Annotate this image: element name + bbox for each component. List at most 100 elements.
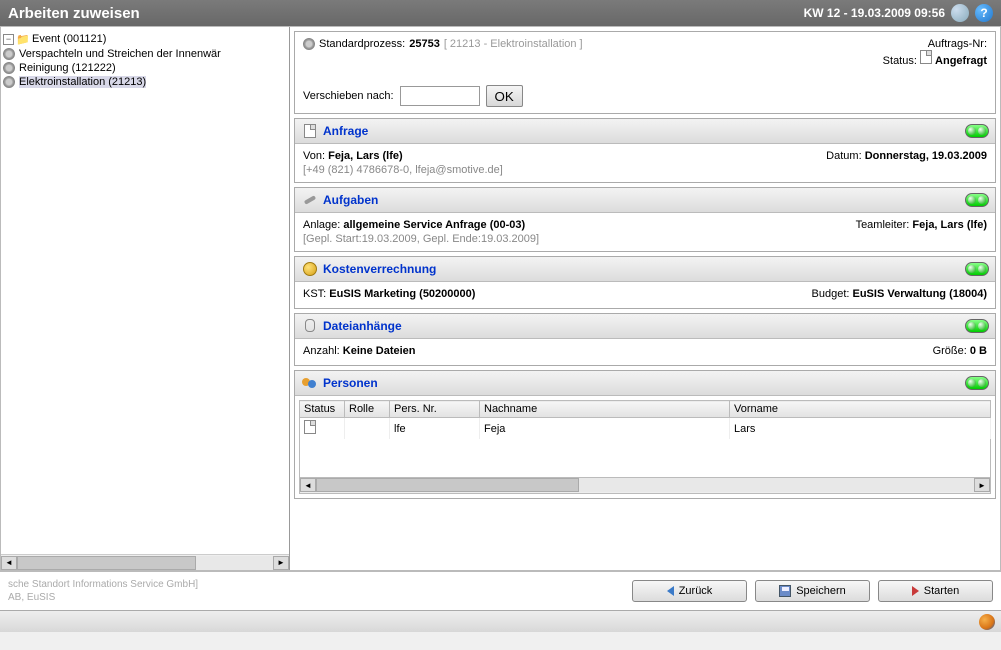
gear-icon (3, 62, 15, 74)
tree-item-1[interactable]: Reinigung (121222) (3, 61, 287, 75)
process-label: Standardprozess: (319, 38, 405, 50)
scroll-thumb[interactable] (316, 478, 579, 492)
tree-root-label: Event (001121) (32, 33, 106, 45)
tree-item-2[interactable]: Elektroinstallation (21213) (3, 75, 287, 89)
status-value: Angefragt (935, 55, 987, 67)
budget-label: Budget: (812, 288, 850, 300)
size-value: 0 B (970, 345, 987, 357)
section-head-personen[interactable]: Personen (295, 371, 995, 396)
status-pill-icon (965, 319, 989, 333)
document-icon (304, 420, 316, 434)
scroll-left-icon[interactable]: ◄ (300, 478, 316, 492)
budget-value: EuSIS Verwaltung (18004) (853, 288, 988, 300)
section-head-anfrage[interactable]: Anfrage (295, 119, 995, 144)
wrench-icon (301, 192, 319, 208)
anlage-value: allgemeine Service Anfrage (00-03) (343, 219, 525, 231)
section-head-dateien[interactable]: Dateianhänge (295, 314, 995, 339)
col-rolle[interactable]: Rolle (345, 401, 390, 418)
tree-item-label: Verspachteln und Streichen der Innenwär (19, 48, 221, 60)
kst-value: EuSIS Marketing (50200000) (329, 288, 475, 300)
section-head-aufgaben[interactable]: Aufgaben (295, 188, 995, 213)
attachment-icon (301, 318, 319, 334)
person-table: Status Rolle Pers. Nr. Nachname Vorname (299, 400, 991, 478)
from-value: Feja, Lars (lfe) (328, 150, 403, 162)
footer: sche Standort Informations Service GmbH]… (0, 571, 1001, 610)
process-header: Standardprozess: 25753 [ 21213 - Elektro… (294, 31, 996, 114)
shift-input[interactable] (400, 86, 480, 106)
scroll-track[interactable] (17, 556, 273, 570)
col-nachname[interactable]: Nachname (480, 401, 730, 418)
section-title: Kostenverrechnung (323, 262, 965, 276)
scroll-track[interactable] (316, 478, 974, 492)
status-label: Status: (883, 55, 917, 67)
collapse-icon[interactable]: − (3, 34, 14, 45)
back-button[interactable]: Zurück (632, 580, 747, 602)
coin-icon (301, 261, 319, 277)
gear-icon (3, 48, 15, 60)
scroll-right-icon[interactable]: ► (273, 556, 289, 570)
anlage-label: Anlage: (303, 219, 340, 231)
scroll-thumb[interactable] (17, 556, 196, 570)
tree-item-label: Reinigung (121222) (19, 62, 116, 74)
plan-line: [Gepl. Start:19.03.2009, Gepl. Ende:19.0… (303, 233, 987, 245)
save-icon (779, 585, 791, 597)
browser-statusbar (0, 610, 1001, 632)
footer-copyright: sche Standort Informations Service GmbH]… (8, 578, 632, 604)
col-status[interactable]: Status (300, 401, 345, 418)
section-kosten: Kostenverrechnung KST: EuSIS Marketing (… (294, 256, 996, 309)
start-button[interactable]: Starten (878, 580, 993, 602)
tree-body: − 📁 Event (001121) Verspachteln und Stre… (1, 27, 289, 554)
section-title: Personen (323, 376, 965, 390)
cell-rolle (345, 418, 390, 440)
current-datetime: KW 12 - 19.03.2009 09:56 (804, 6, 945, 20)
section-aufgaben: Aufgaben Anlage: allgemeine Service Anfr… (294, 187, 996, 252)
tree-root[interactable]: − 📁 Event (001121) (3, 31, 287, 47)
help-icon[interactable]: ? (975, 4, 993, 22)
process-breadcrumb: [ 21213 - Elektroinstallation ] (444, 38, 583, 50)
col-persnr[interactable]: Pers. Nr. (390, 401, 480, 418)
people-icon (301, 375, 319, 391)
col-vorname[interactable]: Vorname (730, 401, 991, 418)
tree-item-0[interactable]: Verspachteln und Streichen der Innenwär (3, 47, 287, 61)
table-header-row: Status Rolle Pers. Nr. Nachname Vorname (300, 401, 991, 418)
scroll-right-icon[interactable]: ► (974, 478, 990, 492)
table-hscroll[interactable]: ◄ ► (299, 478, 991, 494)
gear-icon (303, 38, 315, 50)
count-value: Keine Dateien (343, 345, 416, 357)
table-row[interactable]: lfe Feja Lars (300, 418, 991, 440)
folder-icon: 📁 (16, 32, 30, 46)
size-label: Größe: (933, 345, 967, 357)
save-button[interactable]: Speichern (755, 580, 870, 602)
gear-icon (3, 76, 15, 88)
tree-hscroll[interactable]: ◄ ► (1, 554, 289, 570)
tree-pane: − 📁 Event (001121) Verspachteln und Stre… (1, 27, 290, 570)
date-label: Datum: (826, 150, 861, 162)
date-value: Donnerstag, 19.03.2009 (865, 150, 987, 162)
firefox-icon[interactable] (979, 614, 995, 630)
document-icon (301, 123, 319, 139)
from-label: Von: (303, 150, 325, 162)
section-title: Aufgaben (323, 193, 965, 207)
scroll-left-icon[interactable]: ◄ (1, 556, 17, 570)
document-icon (920, 50, 932, 64)
status-pill-icon (965, 262, 989, 276)
kst-label: KST: (303, 288, 326, 300)
back-arrow-icon (667, 586, 674, 596)
titlebar: Arbeiten zuweisen KW 12 - 19.03.2009 09:… (0, 0, 1001, 26)
status-pill-icon (965, 124, 989, 138)
main-split: − 📁 Event (001121) Verspachteln und Stre… (0, 26, 1001, 571)
process-id: 25753 (409, 38, 440, 50)
teamleiter-label: Teamleiter: (856, 219, 910, 231)
contact-line: [+49 (821) 4786678-0, lfeja@smotive.de] (303, 164, 987, 176)
order-number-label: Auftrags-Nr: (883, 38, 987, 50)
section-anfrage: Anfrage Von: Feja, Lars (lfe) Datum: Don… (294, 118, 996, 183)
titlebar-right: KW 12 - 19.03.2009 09:56 ? (804, 4, 993, 22)
cell-vorname: Lars (730, 418, 991, 440)
section-head-kosten[interactable]: Kostenverrechnung (295, 257, 995, 282)
tree-item-label: Elektroinstallation (21213) (19, 76, 146, 88)
page-title: Arbeiten zuweisen (8, 5, 804, 22)
section-dateien: Dateianhänge Anzahl: Keine Dateien Größe… (294, 313, 996, 366)
ok-button[interactable]: OK (486, 85, 523, 107)
detail-pane: Standardprozess: 25753 [ 21213 - Elektro… (290, 27, 1000, 570)
globe-icon[interactable] (951, 4, 969, 22)
